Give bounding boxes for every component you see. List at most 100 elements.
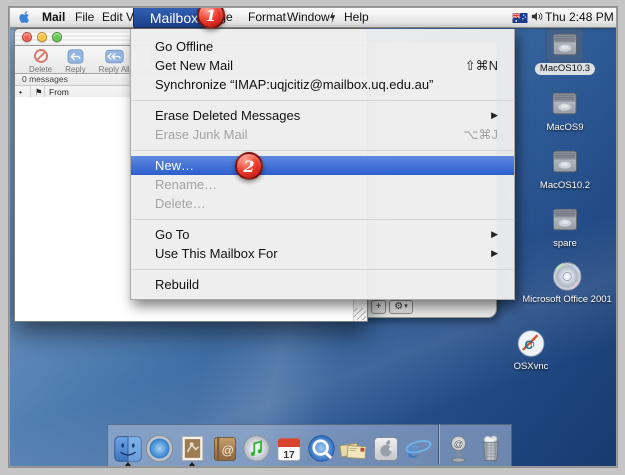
menubar-item-help[interactable]: Help (344, 7, 369, 27)
menu-item-label: Go To (155, 225, 479, 244)
menu-item-rename: Rename… (131, 175, 514, 194)
menu-separator (131, 213, 514, 225)
menu-item-erase-junk-mail: Erase Junk Mail⌥⌘J (131, 125, 514, 144)
menubar-item-format[interactable]: Format (248, 7, 286, 27)
menu-item-label: Synchronize “IMAP:uqjcitiz@mailbox.uq.ed… (155, 75, 498, 94)
dock-separator (438, 424, 439, 464)
menu-item-label: New… (155, 156, 498, 175)
svg-text:@: @ (454, 439, 464, 449)
running-indicator (188, 462, 196, 467)
menu-item-label: Get New Mail (155, 56, 453, 75)
dock-item-addressbook[interactable]: @ (209, 430, 240, 464)
dock: @17 e @ (107, 424, 512, 467)
menu-item-label: Delete… (155, 194, 498, 213)
menu-separator (131, 94, 514, 106)
menu-item-shortcut: ⇧⌘N (465, 56, 498, 75)
mail-icon (178, 433, 207, 464)
desktop-icon-label: MacOS10.2 (535, 180, 595, 192)
menubar-item-window[interactable]: Window (287, 7, 330, 27)
toolbar-button-label: Reply All (99, 65, 130, 74)
menu-item-shortcut: ⌥⌘J (464, 125, 498, 144)
menubar-item-mail[interactable]: Mail (42, 7, 65, 27)
desktop-icon-label: MacOS9 (542, 122, 589, 134)
submenu-arrow-icon: ▶ (491, 106, 498, 125)
menubar-item-edit[interactable]: Edit (102, 7, 123, 27)
desktop-icon-macos10-3[interactable]: MacOS10.3 (535, 28, 595, 75)
menu-item-erase-deleted-messages[interactable]: Erase Deleted Messages ▶ (131, 106, 514, 125)
ical-icon: 17 (274, 435, 304, 464)
menu-item-rebuild[interactable]: Rebuild (131, 275, 514, 294)
desktop-icon-osxvnc[interactable]: CnOSXvnc (509, 326, 554, 373)
reply-button[interactable]: Reply (65, 46, 85, 74)
reply-icon (67, 48, 84, 64)
dock-item-sysprefs[interactable] (371, 430, 402, 464)
dock-item-envelopes[interactable] (338, 430, 369, 464)
harddrive-icon (547, 87, 583, 121)
zoom-button[interactable] (52, 32, 62, 42)
close-button[interactable] (22, 32, 32, 42)
minimize-button[interactable] (37, 32, 47, 42)
dock-item-finder[interactable] (112, 430, 143, 464)
cd-icon (549, 259, 585, 293)
flag-icon[interactable] (512, 12, 528, 26)
mailbox-menu: Go OfflineGet New Mail ⇧⌘NSynchronize “IM… (130, 29, 515, 300)
menu-item-go-to[interactable]: Go To▶ (131, 225, 514, 244)
menu-item-delete: Delete… (131, 194, 514, 213)
sysprefs-icon (371, 434, 401, 464)
menu-item-use-this-mailbox-for[interactable]: Use This Mailbox For▶ (131, 244, 514, 263)
envelopes-icon (338, 435, 369, 464)
menu-item-new[interactable]: New…2 (131, 156, 514, 175)
dock-item-explorer[interactable]: e (403, 430, 434, 464)
quicktime-icon (306, 433, 337, 464)
desktop-icon-macos10-2[interactable]: MacOS10.2 (535, 145, 595, 192)
menu-item-get-new-mail[interactable]: Get New Mail ⇧⌘N (131, 56, 514, 75)
menu-item-go-offline[interactable]: Go Offline (131, 37, 514, 56)
finder-icon (113, 434, 143, 464)
reply-all-button[interactable]: Reply All (99, 46, 130, 74)
gear-icon: ⚙ (394, 301, 403, 313)
menu-item-label: Rebuild (155, 275, 498, 294)
menu-item-label: Erase Deleted Messages (155, 106, 479, 125)
explorer-icon: e (403, 433, 434, 464)
desktop-icon-microsoft-office-2001[interactable]: Microsoft Office 2001 (517, 259, 617, 306)
vnc-icon: Cn (513, 326, 549, 360)
apple-menu-icon[interactable] (18, 10, 31, 27)
menu-item-synchronize-imap-uqjcitiz-mailbox-uq-edu-au[interactable]: Synchronize “IMAP:uqjcitiz@mailbox.uq.ed… (131, 75, 514, 94)
menubar: Thu 2:48 PM MailFileEditViewMessageForma… (0, 7, 625, 28)
svg-text:e: e (408, 435, 419, 464)
menu-separator (131, 144, 514, 156)
menubar-item-file[interactable]: File (75, 7, 94, 27)
dock-item-itunes[interactable] (241, 430, 272, 464)
action-menu-button[interactable]: ⚙ ▾ (389, 300, 413, 314)
desktop-icon-spare[interactable]: spare (547, 203, 583, 250)
add-mailbox-button[interactable]: + (371, 300, 386, 314)
volume-icon[interactable] (531, 11, 543, 25)
resize-grip[interactable] (354, 308, 366, 320)
safari-icon (144, 433, 175, 464)
desktop-icon-label: Microsoft Office 2001 (517, 294, 617, 306)
menubar-clock[interactable]: Thu 2:48 PM (545, 7, 614, 27)
dock-item-safari[interactable] (144, 430, 175, 464)
menu-item-label: Go Offline (155, 37, 498, 56)
harddrive-icon (547, 28, 583, 62)
svg-text:n: n (530, 339, 535, 348)
toolbar-button-label: Reply (65, 65, 85, 74)
svg-text:17: 17 (284, 450, 296, 461)
dock-item-ical[interactable]: 17 (274, 430, 305, 464)
running-indicator (124, 462, 132, 467)
dock-item-mailstamp[interactable]: @ (443, 430, 474, 464)
dock-item-mail[interactable] (177, 430, 208, 464)
submenu-arrow-icon: ▶ (491, 244, 498, 263)
desktop-icon-label: MacOS10.3 (535, 63, 595, 75)
desktop-icon-label: OSXvnc (509, 361, 554, 373)
menu-separator (131, 263, 514, 275)
delete-icon (33, 48, 49, 64)
dock-item-quicktime[interactable] (306, 430, 337, 464)
screenshot-stage: + ⚙ ▾ DeleteReplyReply AllForward 0 mess… (0, 0, 625, 475)
itunes-icon (241, 433, 272, 464)
mailstamp-icon: @ (444, 433, 473, 464)
delete-button[interactable]: Delete (29, 46, 52, 74)
dock-item-trash[interactable] (476, 430, 507, 464)
desktop-icon-label: spare (548, 238, 582, 250)
desktop-icon-macos9[interactable]: MacOS9 (542, 87, 589, 134)
